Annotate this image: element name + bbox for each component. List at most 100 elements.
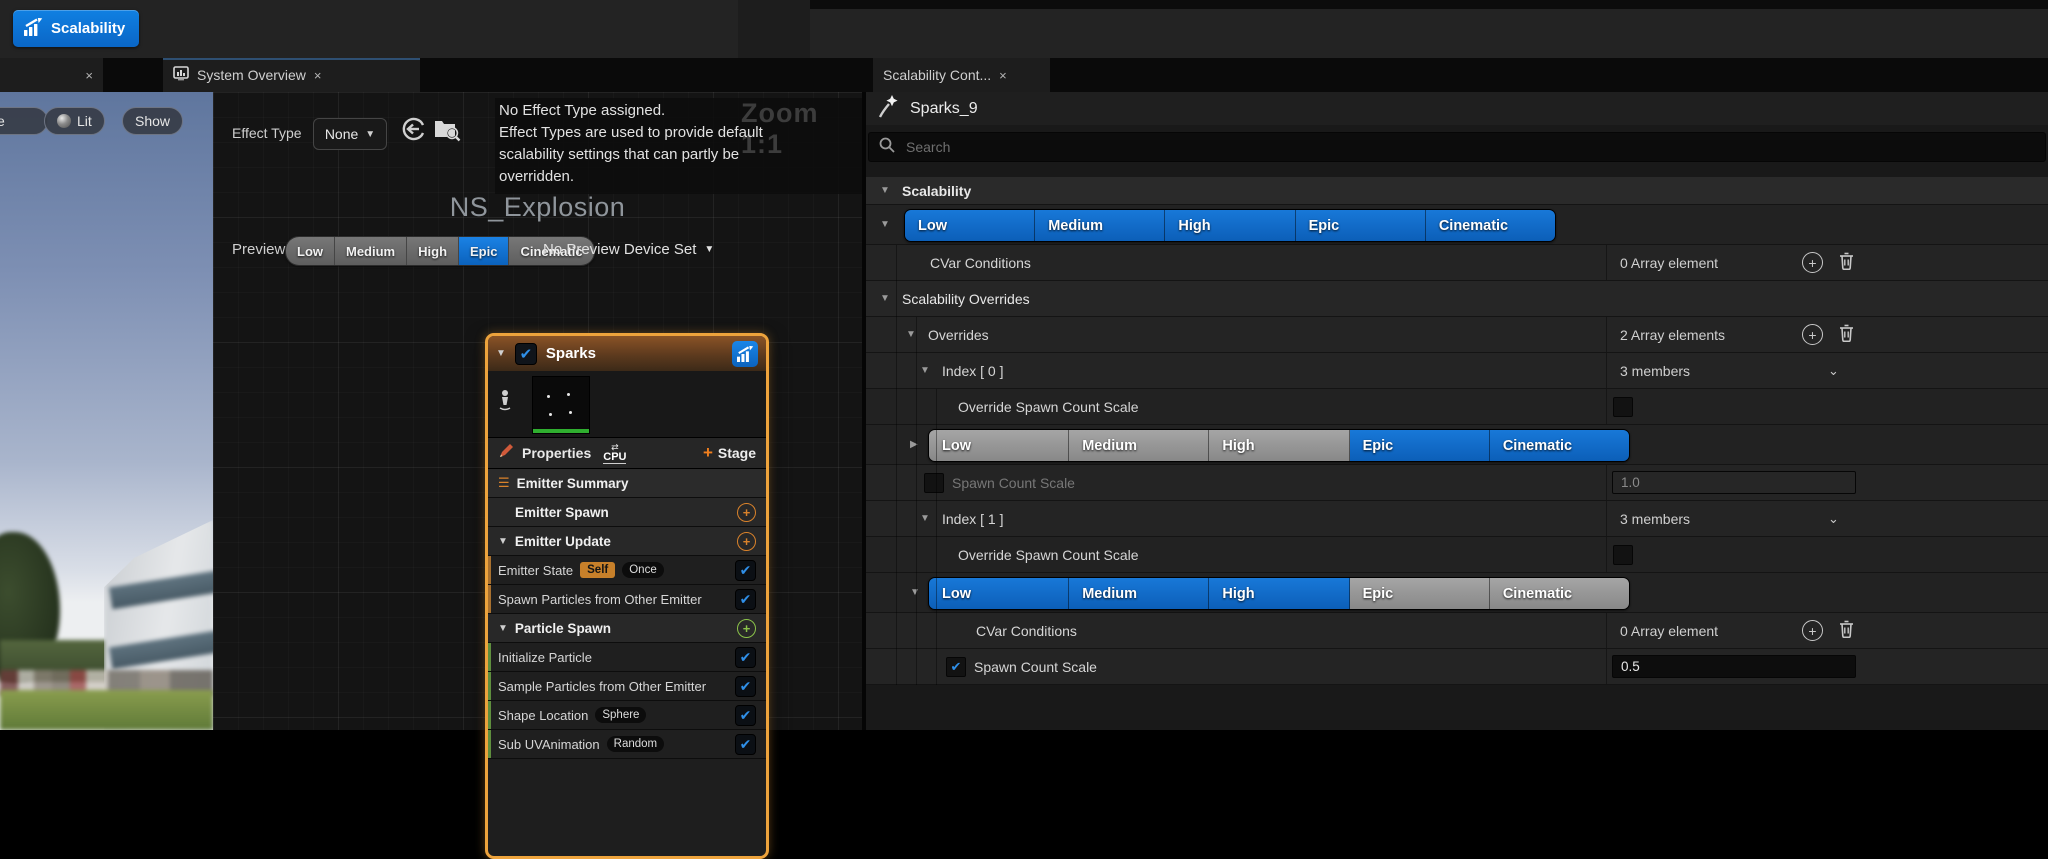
level-medium[interactable]: Medium: [1069, 430, 1210, 461]
delete-icon[interactable]: [1839, 252, 1854, 273]
node-scalability-icon[interactable]: [732, 340, 758, 367]
spawn-count-scale-input[interactable]: 0.5: [1612, 655, 1856, 678]
emitter-enabled-checkbox[interactable]: ✔: [514, 342, 537, 365]
level-cinematic[interactable]: Cinematic: [1489, 578, 1629, 609]
level-epic[interactable]: Epic: [1295, 210, 1426, 241]
property-checkbox-unchecked[interactable]: [924, 472, 944, 493]
add-stage-button[interactable]: + Stage: [703, 443, 756, 463]
lit-mode-button[interactable]: Lit: [44, 107, 105, 135]
browse-to-asset-icon[interactable]: [433, 116, 461, 147]
tab-viewport-cut[interactable]: ×: [0, 58, 103, 92]
level-high-selected[interactable]: High: [1209, 578, 1350, 609]
spawn-count-scale-row-0[interactable]: Spawn Count Scale 1.0: [866, 465, 2048, 501]
add-module-icon[interactable]: +: [737, 531, 756, 551]
level-epic-selected[interactable]: Epic: [1349, 430, 1490, 461]
preview-level-epic-selected[interactable]: Epic: [459, 237, 510, 265]
level-high[interactable]: High: [1209, 430, 1350, 461]
cvar-conditions-row[interactable]: CVar Conditions 0 Array element +: [866, 245, 2048, 281]
emitter-node-sparks[interactable]: ▼ ✔ Sparks Properties ⇄ CPU + Stage ☰ Em…: [485, 333, 769, 859]
quality-level-selector-index0[interactable]: Low Medium High Epic Cinematic: [928, 429, 1630, 462]
collapse-arrow-icon[interactable]: ▼: [498, 623, 508, 634]
preview-level-medium[interactable]: Medium: [335, 237, 408, 265]
index-1-cvar-conditions-row[interactable]: CVar Conditions 0 Array element +: [866, 613, 2048, 649]
section-particle-spawn[interactable]: ▼ Particle Spawn +: [488, 614, 766, 643]
system-overview-graph[interactable]: Effect Type None ▼ Zoom 1:1 No Effect Ty…: [213, 92, 863, 859]
spawn-count-scale-row-1[interactable]: ✔ Spawn Count Scale 0.5: [866, 649, 2048, 685]
override-checkbox-unchecked[interactable]: [1613, 544, 1633, 565]
index-1-row[interactable]: ▼ Index [ 1 ] 3 members ⌄: [866, 501, 2048, 537]
section-emitter-summary[interactable]: ☰ Emitter Summary: [488, 469, 766, 498]
level-low-selected[interactable]: Low: [929, 578, 1070, 609]
close-icon[interactable]: ×: [314, 68, 322, 83]
level-low[interactable]: Low: [929, 430, 1070, 461]
show-menu-button[interactable]: Show: [122, 107, 184, 135]
level-medium[interactable]: Medium: [1035, 210, 1166, 241]
module-enabled-checkbox[interactable]: ✔: [735, 675, 756, 697]
quality-level-selector-all[interactable]: Low Medium High Epic Cinematic: [904, 209, 1556, 242]
search-bar[interactable]: [868, 132, 2046, 162]
collapse-arrow-icon[interactable]: ▼: [498, 536, 508, 547]
override-spawn-count-scale-row-1[interactable]: Override Spawn Count Scale: [866, 537, 2048, 573]
preview-level-low[interactable]: Low: [286, 237, 335, 265]
preview-viewport[interactable]: tive Lit Show: [0, 92, 213, 730]
expand-arrow-icon[interactable]: ▼: [880, 185, 890, 196]
effect-type-dropdown[interactable]: None ▼: [313, 118, 387, 150]
expand-arrow-icon[interactable]: ▼: [920, 513, 930, 524]
index-0-quality-row[interactable]: ▶ Low Medium High Epic Cinematic: [866, 425, 2048, 465]
section-emitter-spawn[interactable]: Emitter Spawn +: [488, 498, 766, 527]
index-1-quality-row[interactable]: ▼ Low Medium High Epic Cinematic: [866, 573, 2048, 613]
spawn-count-scale-input-disabled[interactable]: 1.0: [1612, 471, 1856, 494]
tab-system-overview[interactable]: System Overview ×: [163, 58, 420, 92]
override-checkbox-unchecked[interactable]: [1613, 396, 1633, 417]
module-enabled-checkbox[interactable]: ✔: [735, 588, 756, 610]
tab-scalability-content[interactable]: Scalability Cont... ×: [873, 58, 1050, 92]
scalability-mode-button[interactable]: Scalability: [13, 10, 140, 47]
level-low[interactable]: Low: [905, 210, 1036, 241]
add-element-icon[interactable]: +: [1802, 252, 1823, 273]
index-0-row[interactable]: ▼ Index [ 0 ] 3 members ⌄: [866, 353, 2048, 389]
module-shape-location[interactable]: Shape Location Sphere ✔: [488, 701, 766, 730]
quality-level-selector-index1[interactable]: Low Medium High Epic Cinematic: [928, 577, 1630, 610]
module-sample-particles-other-emitter[interactable]: Sample Particles from Other Emitter ✔: [488, 672, 766, 701]
emitter-preview-thumbnail[interactable]: [532, 376, 590, 434]
add-element-icon[interactable]: +: [1802, 324, 1823, 345]
section-emitter-update[interactable]: ▼ Emitter Update +: [488, 527, 766, 556]
expand-arrow-icon[interactable]: ▼: [880, 293, 890, 304]
property-checkbox-checked[interactable]: ✔: [946, 656, 966, 677]
module-enabled-checkbox[interactable]: ✔: [735, 559, 756, 581]
delete-icon[interactable]: [1839, 324, 1854, 345]
module-emitter-state[interactable]: Emitter State Self Once ✔: [488, 556, 766, 585]
delete-icon[interactable]: [1839, 620, 1854, 641]
level-cinematic[interactable]: Cinematic: [1425, 210, 1555, 241]
preview-level-high[interactable]: High: [407, 237, 460, 265]
search-input[interactable]: [904, 138, 1908, 156]
level-medium-selected[interactable]: Medium: [1069, 578, 1210, 609]
node-properties-row[interactable]: Properties ⇄ CPU + Stage: [488, 438, 766, 469]
chevron-down-icon[interactable]: ⌄: [1828, 363, 1839, 379]
override-spawn-count-scale-row-0[interactable]: Override Spawn Count Scale: [866, 389, 2048, 425]
add-element-icon[interactable]: +: [1802, 620, 1823, 641]
chevron-down-icon[interactable]: ⌄: [1828, 511, 1839, 527]
add-module-icon[interactable]: +: [737, 502, 756, 522]
section-scalability-overrides[interactable]: ▼ Scalability Overrides: [866, 281, 2048, 317]
preview-device-set-dropdown[interactable]: No Preview Device Set ▼: [543, 241, 714, 258]
perspective-menu-button[interactable]: tive: [0, 107, 48, 135]
close-icon[interactable]: ×: [999, 68, 1007, 83]
level-cinematic-selected[interactable]: Cinematic: [1489, 430, 1629, 461]
platform-quality-row[interactable]: ▼ Low Medium High Epic Cinematic: [866, 205, 2048, 245]
module-enabled-checkbox[interactable]: ✔: [735, 733, 756, 755]
module-enabled-checkbox[interactable]: ✔: [735, 704, 756, 726]
expand-arrow-icon[interactable]: ▼: [920, 365, 930, 376]
module-spawn-particles-other-emitter[interactable]: Spawn Particles from Other Emitter ✔: [488, 585, 766, 614]
level-epic[interactable]: Epic: [1349, 578, 1490, 609]
module-sub-uv-animation[interactable]: Sub UVAnimation Random ✔: [488, 730, 766, 759]
module-initialize-particle[interactable]: Initialize Particle ✔: [488, 643, 766, 672]
module-enabled-checkbox[interactable]: ✔: [735, 646, 756, 668]
expand-arrow-icon[interactable]: ▼: [906, 329, 916, 340]
collapse-arrow-icon[interactable]: ▼: [496, 348, 506, 359]
expand-arrow-icon[interactable]: ▼: [910, 587, 920, 598]
node-header[interactable]: ▼ ✔ Sparks: [488, 336, 766, 371]
expand-arrow-icon[interactable]: ▼: [880, 219, 890, 230]
level-high[interactable]: High: [1165, 210, 1296, 241]
section-scalability[interactable]: ▼ Scalability: [866, 177, 2048, 205]
